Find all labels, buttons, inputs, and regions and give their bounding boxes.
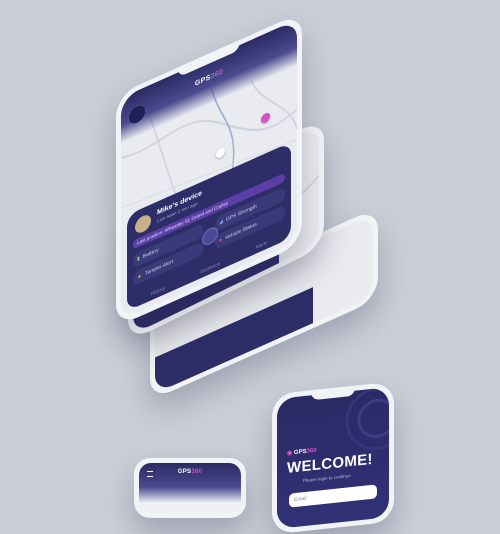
signal-icon: ◢ — [219, 218, 223, 227]
location-pin-icon: ◉ — [287, 450, 293, 457]
menu-icon[interactable] — [129, 103, 145, 127]
screen: ◉ GPS360 WELCOME! Please login to contin… — [277, 387, 389, 529]
brand-logo: GPS360 — [194, 68, 224, 88]
phone-welcome: ◉ GPS360 WELCOME! Please login to contin… — [272, 381, 394, 534]
nav-alerts[interactable]: Alerts — [256, 240, 268, 250]
nav-history[interactable]: History — [151, 285, 165, 296]
car-icon: ● — [219, 236, 223, 245]
phone-bottom-left: GPS360 — [134, 458, 246, 518]
app-header: GPS360 — [139, 463, 241, 503]
menu-icon[interactable] — [147, 471, 153, 477]
alert-icon: ▲ — [137, 272, 142, 281]
showcase-stage: GPS360 Mike's device Last seen 2 min ago… — [0, 0, 500, 534]
brand-logo: GPS360 — [177, 469, 203, 475]
battery-icon: ▮ — [137, 255, 140, 263]
screen: GPS360 — [139, 463, 241, 513]
